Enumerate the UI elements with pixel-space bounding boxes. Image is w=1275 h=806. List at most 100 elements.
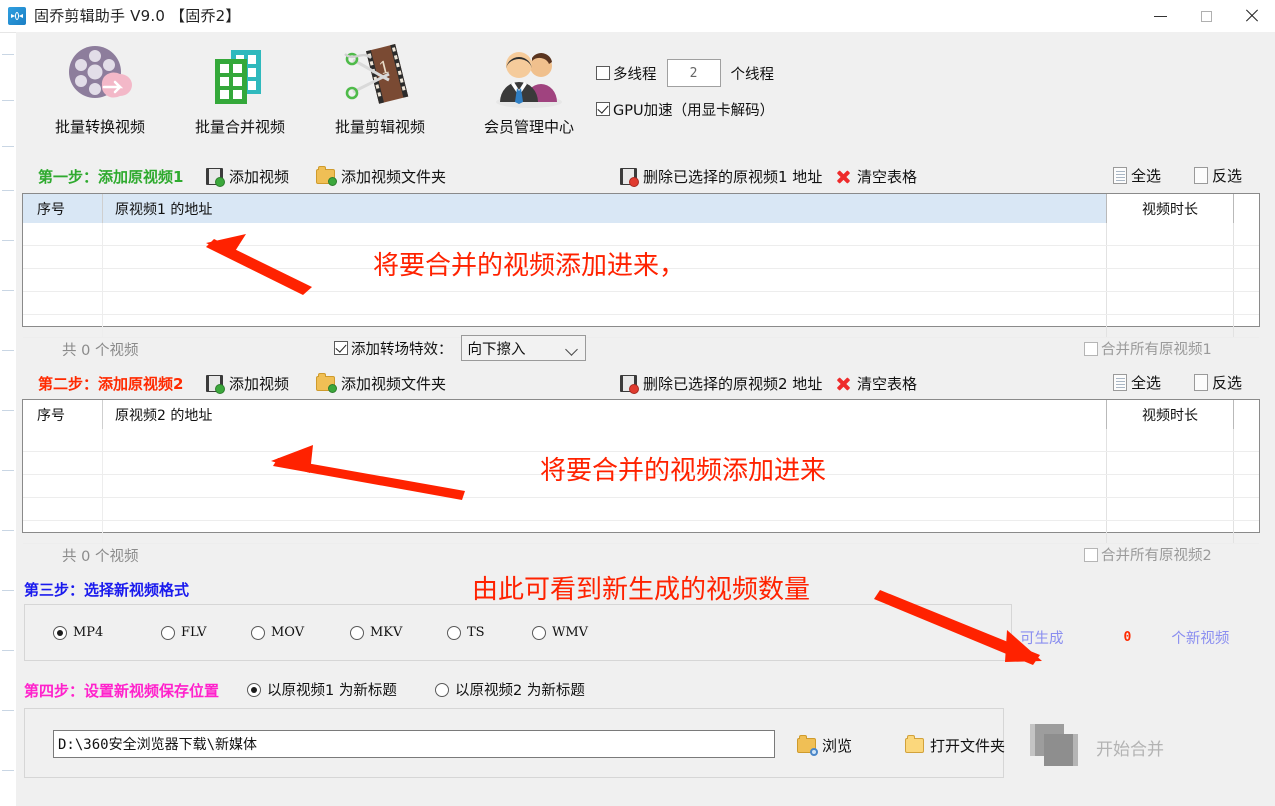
merge-all-1-checkbox[interactable] [1084, 342, 1098, 356]
step2-add-video-label: 添加视频 [229, 373, 289, 394]
tool-edit-video-label: 批量剪辑视频 [310, 116, 450, 137]
tool-member-center-label: 会员管理中心 [459, 116, 599, 137]
app-window: 固乔剪辑助手 V9.0 【固乔2】 [0, 0, 1275, 806]
generate-count-row: 可生成 0 个新视频 [1020, 627, 1229, 648]
generate-count: 0 [1124, 630, 1132, 645]
step2-select-all-label: 全选 [1131, 372, 1161, 393]
format-radio-mkv[interactable]: MKV [350, 625, 402, 640]
toolbar-options: 多线程 2 个线程 GPU加速（用显卡解码） [596, 60, 774, 132]
chevron-down-icon [565, 343, 578, 356]
film-reel-icon [30, 40, 170, 114]
tool-member-center[interactable]: 会员管理中心 [459, 40, 599, 137]
step1-col-seq: 序号 [23, 194, 103, 223]
step1-col-tail [1233, 194, 1259, 223]
table-row[interactable] [23, 292, 1259, 315]
step4-row: 第四步：设置新视频保存位置 以原视频1 为新标题 以原视频2 为新标题 [16, 678, 1275, 704]
gpu-checkbox[interactable] [596, 102, 610, 116]
thread-count-suffix: 个线程 [731, 63, 775, 84]
transition-checkbox[interactable] [334, 341, 348, 355]
step2-clear-table-label: 清空表格 [857, 373, 917, 394]
tool-edit-video[interactable]: 1 批量剪辑视频 [310, 40, 450, 137]
main-toolbar: 批量转换视频 批量合并视频 [16, 32, 1275, 148]
start-merge-button[interactable]: 开始合并 [1030, 724, 1164, 770]
format-flv-label: FLV [181, 625, 207, 640]
step1-merge-all[interactable]: 合并所有原视频1 [1084, 338, 1212, 359]
maximize-button[interactable] [1183, 0, 1229, 32]
members-icon [459, 40, 599, 114]
film-add-icon [206, 168, 223, 185]
step1-delete-selected-label: 删除已选择的原视频1 地址 [643, 166, 822, 187]
step1-select-all-label: 全选 [1131, 165, 1161, 186]
step2-select-all-button[interactable]: 全选 [1113, 372, 1161, 393]
clear-x-icon [836, 169, 851, 184]
radio-mkv-icon [350, 626, 364, 640]
transition-label: 添加转场特效： [351, 338, 453, 359]
step2-add-video-button[interactable]: 添加视频 [206, 373, 289, 394]
open-folder-label: 打开文件夹 [930, 735, 1005, 756]
gpu-label: GPU加速（用显卡解码） [613, 99, 774, 120]
step2-table-header: 序号 原视频2 的地址 视频时长 [23, 400, 1259, 429]
folder-add-icon [316, 376, 335, 391]
step2-delete-selected-button[interactable]: 删除已选择的原视频2 地址 [620, 373, 822, 394]
film-add-icon [206, 375, 223, 392]
table-row[interactable] [23, 429, 1259, 452]
format-radio-wmv[interactable]: WMV [532, 625, 588, 640]
title-source-1-label: 以原视频1 为新标题 [267, 679, 397, 700]
open-folder-button[interactable]: 打开文件夹 [905, 735, 1005, 756]
window-title: 固乔剪辑助手 V9.0 【固乔2】 [34, 6, 241, 26]
table-row[interactable] [23, 315, 1259, 338]
step2-clear-table-button[interactable]: 清空表格 [836, 373, 917, 394]
format-radio-mov[interactable]: MOV [251, 625, 304, 640]
browse-folder-icon [797, 738, 816, 753]
radio-ts-icon [447, 626, 461, 640]
step2-delete-selected-label: 删除已选择的原视频2 地址 [643, 373, 822, 394]
title-source-radio-2[interactable]: 以原视频2 为新标题 [435, 679, 585, 700]
format-radio-flv[interactable]: FLV [161, 625, 207, 640]
step1-count: 共 0 个视频 [62, 339, 138, 360]
step1-add-folder-button[interactable]: 添加视频文件夹 [316, 166, 446, 187]
step1-delete-selected-button[interactable]: 删除已选择的原视频1 地址 [620, 166, 822, 187]
multithread-row: 多线程 2 个线程 [596, 60, 774, 86]
merge-all-2-label: 合并所有原视频2 [1101, 544, 1212, 565]
format-ts-label: TS [467, 625, 485, 640]
step1-add-video-button[interactable]: 添加视频 [206, 166, 289, 187]
save-path-input[interactable]: D:\360安全浏览器下载\新媒体 [53, 730, 775, 758]
step2-add-folder-button[interactable]: 添加视频文件夹 [316, 373, 446, 394]
tool-convert-video-label: 批量转换视频 [30, 116, 170, 137]
browse-button[interactable]: 浏览 [797, 735, 852, 756]
step1-invert-select-button[interactable]: 反选 [1194, 165, 1242, 186]
multithread-checkbox[interactable] [596, 66, 610, 80]
table-row[interactable] [23, 521, 1259, 544]
minimize-button[interactable] [1137, 0, 1183, 32]
step3-label: 第三步：选择新视频格式 [24, 579, 189, 600]
annotation-2: 将要合并的视频添加进来 [540, 450, 826, 487]
step2-merge-all[interactable]: 合并所有原视频2 [1084, 544, 1212, 565]
tool-merge-video[interactable]: 批量合并视频 [170, 40, 310, 137]
invert-select-icon [1194, 167, 1208, 184]
format-mkv-label: MKV [370, 625, 402, 640]
format-radio-ts[interactable]: TS [447, 625, 485, 640]
step1-label: 第一步：添加原视频1 [38, 166, 183, 187]
step1-add-folder-label: 添加视频文件夹 [341, 166, 446, 187]
tool-merge-video-label: 批量合并视频 [170, 116, 310, 137]
format-radio-mp4[interactable]: MP4 [53, 625, 103, 640]
step1-col-duration: 视频时长 [1106, 194, 1233, 223]
merge-all-2-checkbox[interactable] [1084, 548, 1098, 562]
table-row[interactable] [23, 498, 1259, 521]
step2-col-address: 原视频2 的地址 [103, 400, 1106, 429]
tool-convert-video[interactable]: 批量转换视频 [30, 40, 170, 137]
radio-flv-icon [161, 626, 175, 640]
step2-invert-select-label: 反选 [1212, 372, 1242, 393]
thread-count-input[interactable]: 2 [667, 59, 721, 87]
title-source-radio-1[interactable]: 以原视频1 为新标题 [247, 679, 397, 700]
transition-select[interactable]: 向下擦入 [461, 335, 586, 361]
step2-invert-select-button[interactable]: 反选 [1194, 372, 1242, 393]
close-button[interactable] [1229, 0, 1275, 32]
start-merge-label: 开始合并 [1096, 735, 1164, 760]
table-row[interactable] [23, 223, 1259, 246]
minimize-icon [1154, 16, 1167, 17]
step1-select-all-button[interactable]: 全选 [1113, 165, 1161, 186]
radio-mov-icon [251, 626, 265, 640]
browse-label: 浏览 [822, 735, 852, 756]
step1-clear-table-button[interactable]: 清空表格 [836, 166, 917, 187]
